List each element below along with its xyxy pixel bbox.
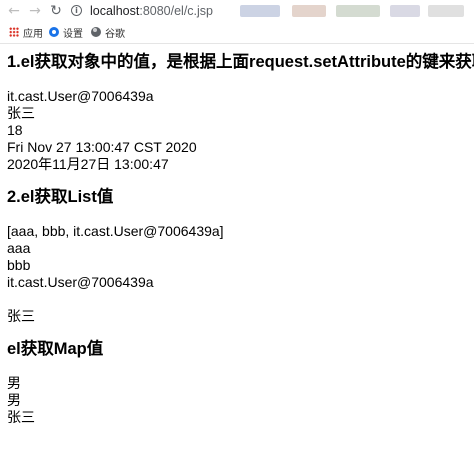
- object-line: it.cast.User@7006439a: [7, 88, 154, 104]
- url-host: localhost: [90, 4, 140, 18]
- browser-toolbar: ← → ↻ i localhost:8080/el/c.jsp: [0, 0, 474, 22]
- globe-icon: [91, 27, 101, 37]
- bookmark-label: 谷歌: [105, 28, 125, 40]
- site-info-icon[interactable]: i: [71, 5, 82, 16]
- section-heading-map: el获取Map值: [7, 340, 104, 358]
- bookmark-settings[interactable]: 设置: [49, 25, 83, 40]
- bookmark-google[interactable]: 谷歌: [91, 25, 125, 40]
- list-line: 张三: [7, 308, 35, 324]
- object-line: Fri Nov 27 13:00:47 CST 2020: [7, 139, 197, 155]
- blurred-extension-icon: [240, 5, 280, 17]
- section-heading-object: 1.el获取对象中的值，是根据上面request.setAttribute的键来…: [7, 53, 474, 71]
- apps-grid-icon: [9, 27, 19, 37]
- bookmark-label: 设置: [63, 28, 83, 40]
- list-line: aaa: [7, 240, 31, 256]
- list-line: bbb: [7, 257, 31, 273]
- map-line: 男: [7, 392, 21, 408]
- bookmarks-bar: 应用 设置 谷歌: [0, 22, 474, 42]
- blurred-extension-icon: [428, 5, 464, 17]
- map-line: 张三: [7, 409, 35, 425]
- object-line: 2020年11月27日 13:00:47: [7, 156, 169, 172]
- forward-arrow-icon[interactable]: →: [27, 3, 43, 19]
- section-heading-list: 2.el获取List值: [7, 188, 114, 206]
- gear-icon: [49, 27, 59, 37]
- bookmark-apps[interactable]: 应用: [9, 25, 43, 40]
- list-line: [7, 291, 467, 308]
- back-arrow-icon[interactable]: ←: [6, 3, 22, 19]
- blurred-extension-icon: [336, 5, 380, 17]
- page-content: 1.el获取对象中的值，是根据上面request.setAttribute的键来…: [7, 52, 474, 426]
- blurred-extension-icon: [292, 5, 326, 17]
- list-line: it.cast.User@7006439a: [7, 274, 154, 290]
- object-line: 18: [7, 122, 23, 138]
- blurred-extension-icon: [390, 5, 420, 17]
- bookmark-label: 应用: [23, 28, 43, 40]
- browser-chrome: ← → ↻ i localhost:8080/el/c.jsp 应用 设置 谷歌: [0, 0, 474, 44]
- address-bar[interactable]: localhost:8080/el/c.jsp: [90, 3, 213, 19]
- reload-icon[interactable]: ↻: [48, 3, 64, 19]
- object-line: 张三: [7, 105, 35, 121]
- map-line: 男: [7, 375, 21, 391]
- url-path: :8080/el/c.jsp: [139, 4, 214, 18]
- list-line: [aaa, bbb, it.cast.User@7006439a]: [7, 223, 224, 239]
